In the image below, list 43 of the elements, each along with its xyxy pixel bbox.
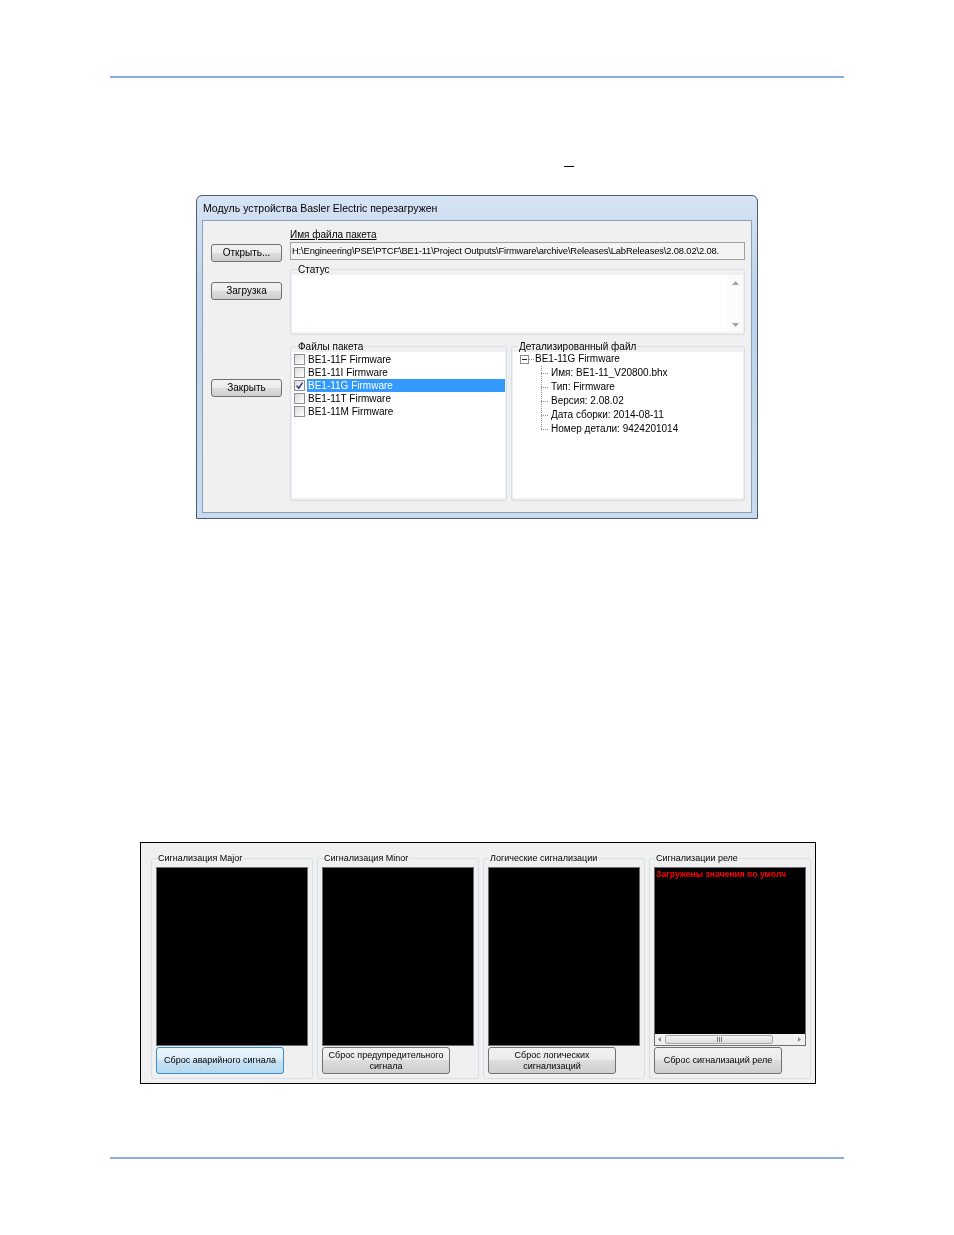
- tree-item[interactable]: Версия: 2.08.02: [541, 394, 624, 408]
- grip-icon: [716, 1037, 722, 1042]
- list-item[interactable]: BE1-11M Firmware: [307, 405, 505, 418]
- minus-box-icon[interactable]: [520, 354, 529, 364]
- scrollbar-thumb[interactable]: [665, 1035, 773, 1044]
- reset-button[interactable]: Сброс предупредительного сигнала: [322, 1047, 450, 1074]
- list-item[interactable]: BE1-11T Firmware: [307, 392, 505, 405]
- down-arrow-icon[interactable]: [731, 323, 739, 327]
- window-title: Модуль устройства Basler Electric перезагружен: [203, 201, 438, 215]
- group-title: Сигнализации реле: [655, 853, 739, 863]
- load-button[interactable]: Загрузка: [211, 282, 282, 300]
- checkbox[interactable]: [294, 380, 305, 391]
- checkbox[interactable]: [294, 406, 305, 417]
- file-path-field[interactable]: H:\Engineering\PSE\PTCF\BE1-11\Project Outputs\Firmware\archive\Releases\LabReleases\2.08.02\2.08.: [290, 242, 745, 260]
- tree-item[interactable]: Имя: BE1-11_V20800.bhx: [541, 366, 668, 380]
- group-title: Сигнализация Minor: [323, 853, 410, 863]
- reset-button[interactable]: Сброс сигнализаций реле: [654, 1047, 782, 1074]
- group-title: Сигнализация Major: [157, 853, 244, 863]
- open-button[interactable]: Открыть...: [211, 244, 282, 262]
- vertical-scrollbar[interactable]: [727, 275, 743, 332]
- field-label: Имя файла пакета: [290, 229, 377, 241]
- group-title: Детализированный файл: [518, 341, 638, 352]
- checkbox[interactable]: [294, 367, 305, 378]
- group-title: Статус: [297, 264, 331, 275]
- check-icon: [296, 382, 303, 389]
- group-title: Логические сигнализации: [489, 853, 599, 863]
- list-item[interactable]: BE1-11I Firmware: [307, 366, 505, 379]
- tree-item[interactable]: Дата сборки: 2014-08-11: [541, 408, 664, 422]
- horizontal-scrollbar[interactable]: [655, 1034, 805, 1045]
- tree-item[interactable]: Номер детали: 9424201014: [541, 422, 679, 436]
- tree-item[interactable]: Тип: Firmware: [541, 380, 615, 394]
- right-arrow-icon[interactable]: [798, 1037, 801, 1042]
- reset-button[interactable]: Сброс аварийного сигнала: [156, 1047, 284, 1074]
- checkbox[interactable]: [294, 354, 305, 365]
- dash-mark: [564, 166, 574, 167]
- reset-button[interactable]: Сброс логических сигнализаций: [488, 1047, 616, 1074]
- close-button[interactable]: Закрыть: [211, 379, 282, 397]
- list-item[interactable]: BE1-11F Firmware: [307, 353, 505, 366]
- group-title: Файлы пакета: [297, 341, 365, 352]
- alarm-message: Загружены значения по умолч: [656, 869, 788, 880]
- left-arrow-icon[interactable]: [658, 1037, 661, 1042]
- up-arrow-icon[interactable]: [731, 281, 739, 285]
- checkbox[interactable]: [294, 393, 305, 404]
